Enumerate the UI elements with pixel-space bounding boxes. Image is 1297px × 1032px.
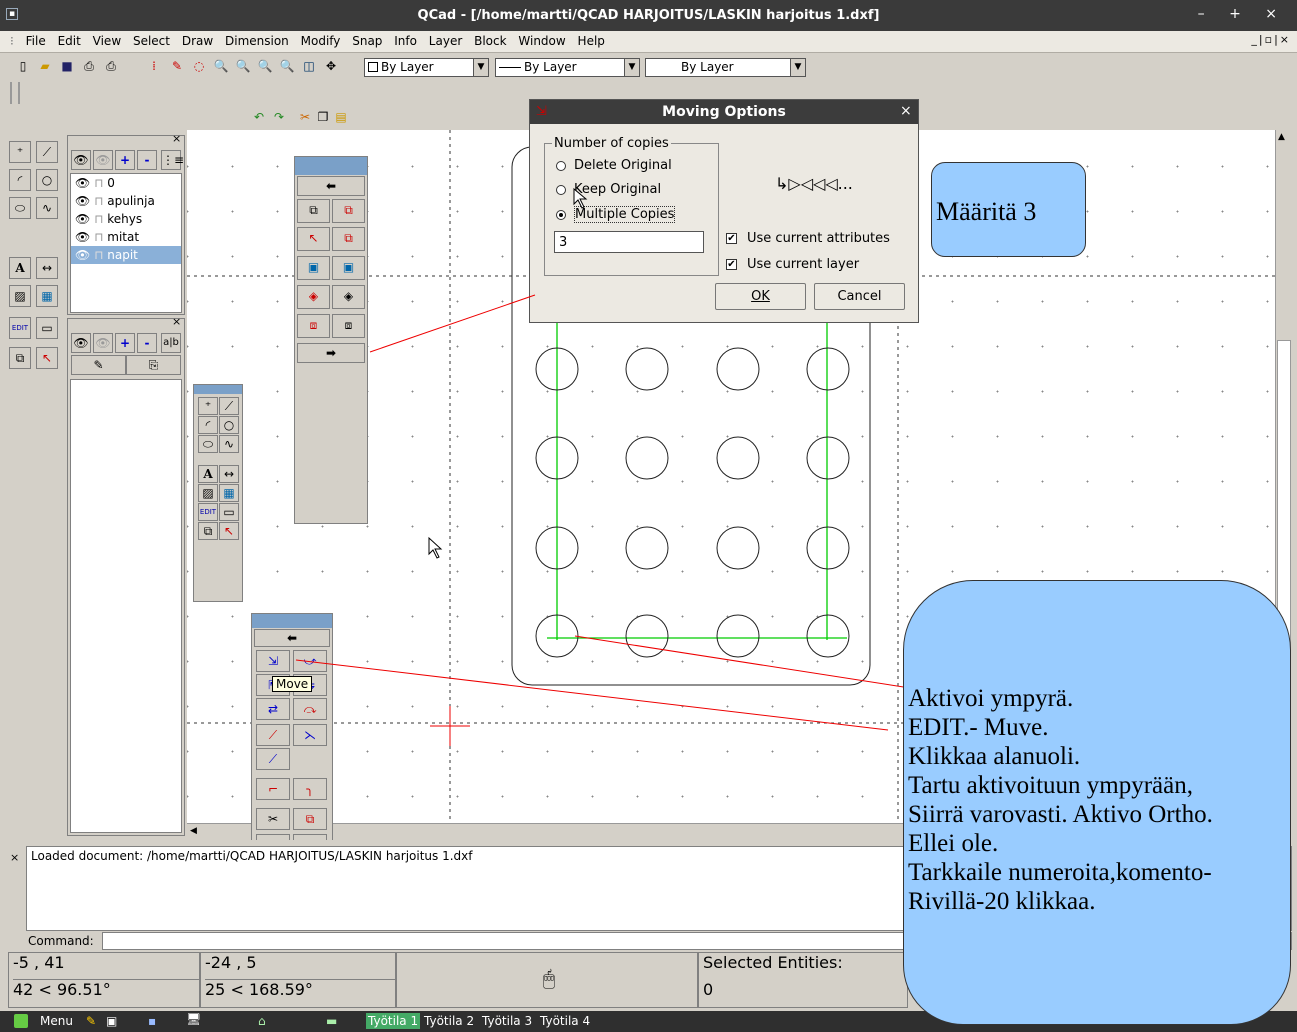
callout-define-3: Määritä 3 (931, 162, 1086, 257)
instruction-line: Tarkkaile numeroita,komento- (908, 859, 1212, 886)
instruction-line: Siirrä varovasti. Aktivo Ortho. (908, 801, 1213, 828)
instruction-line: Aktivoi ympyrä. (908, 685, 1074, 712)
instruction-line: Tartu aktivoituun ympyrään, (908, 772, 1193, 799)
instruction-line: Klikkaa alanuoli. (908, 743, 1081, 770)
instruction-line: Rivillä-20 klikkaa. (908, 888, 1096, 915)
pointer-line (369, 294, 536, 353)
instruction-line: EDIT.- Muve. (908, 714, 1049, 741)
instruction-line: Ellei ole. (908, 830, 999, 857)
pointer-line (574, 635, 911, 689)
instruction-callout: Aktivoi ympyrä. EDIT.- Muve. Klikkaa ala… (903, 580, 1291, 1025)
